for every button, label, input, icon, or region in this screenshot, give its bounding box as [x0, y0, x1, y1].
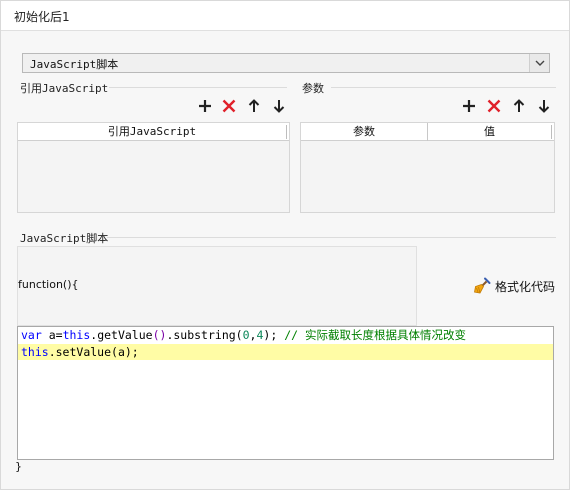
delete-param-button[interactable] — [486, 98, 502, 114]
column-resize-handle[interactable] — [551, 125, 552, 139]
plus-icon — [199, 100, 211, 112]
add-param-button[interactable] — [461, 98, 477, 114]
function-closing-brace: } — [15, 460, 22, 473]
script-divider — [107, 237, 556, 238]
code-token: a= — [41, 328, 63, 342]
references-section-label: 引用JavaScript — [20, 82, 109, 95]
dropdown-button[interactable] — [529, 54, 549, 72]
plus-icon — [463, 100, 475, 112]
function-signature: function(){ — [18, 278, 79, 291]
arrow-down-icon — [273, 100, 285, 113]
keyword-token: var — [21, 328, 42, 342]
delete-reference-button[interactable] — [221, 98, 237, 114]
references-grid-header: 引用JavaScript — [18, 123, 289, 141]
params-grid-header: 参数 值 — [301, 123, 554, 141]
code-token: .getValue — [90, 328, 153, 342]
script-config-panel: 初始化后1 JavaScript脚本 引用JavaScript 引用JavaSc… — [0, 0, 570, 490]
code-token: .setValue(a); — [48, 345, 139, 359]
params-section-label: 参数 — [302, 82, 324, 95]
code-token: ); — [263, 328, 285, 342]
code-token: .substring( — [166, 328, 243, 342]
references-divider — [109, 87, 287, 88]
keyword-token: this — [62, 328, 91, 342]
comment-token: // 实际截取长度根据具体情况改变 — [284, 328, 466, 342]
code-line-1[interactable]: var a=this.getValue().substring(0,4); //… — [18, 327, 553, 343]
keyword-token: this — [21, 345, 49, 359]
script-section-label: JavaScript脚本 — [20, 232, 109, 245]
move-param-down-button[interactable] — [536, 98, 552, 114]
column-header-value[interactable]: 值 — [427, 123, 551, 141]
move-param-up-button[interactable] — [511, 98, 527, 114]
number-token: 0 — [242, 328, 250, 342]
format-code-label: 格式化代码 — [495, 280, 556, 294]
arrow-up-icon — [513, 99, 525, 112]
arrow-down-icon — [538, 100, 550, 113]
add-reference-button[interactable] — [197, 98, 213, 114]
script-type-value: JavaScript脚本 — [30, 58, 119, 71]
references-grid[interactable]: 引用JavaScript — [17, 122, 290, 213]
chevron-down-icon — [535, 60, 545, 66]
broom-icon — [474, 277, 491, 294]
code-editor[interactable]: var a=this.getValue().substring(0,4); //… — [17, 326, 554, 460]
panel-title: 初始化后1 — [14, 10, 70, 24]
move-reference-down-button[interactable] — [271, 98, 287, 114]
paren-token: () — [152, 328, 167, 342]
arrow-up-icon — [248, 99, 260, 112]
column-header-param[interactable]: 参数 — [301, 123, 427, 141]
close-icon — [487, 99, 501, 113]
code-line-2[interactable]: this.setValue(a); — [18, 344, 553, 360]
close-icon — [222, 99, 236, 113]
title-bar: 初始化后1 — [1, 1, 569, 31]
script-type-select[interactable]: JavaScript脚本 — [22, 53, 550, 73]
params-grid[interactable]: 参数 值 — [300, 122, 555, 213]
params-divider — [331, 87, 556, 88]
column-resize-handle[interactable] — [286, 125, 287, 139]
column-header-reference[interactable]: 引用JavaScript — [18, 123, 286, 141]
move-reference-up-button[interactable] — [246, 98, 262, 114]
